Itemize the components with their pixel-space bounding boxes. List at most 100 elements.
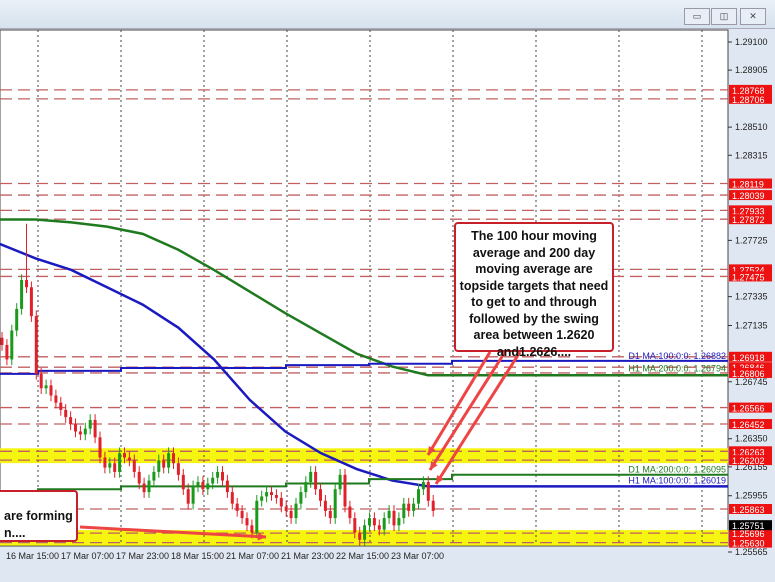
candle-body	[137, 471, 141, 484]
level-price-label: 1.26918	[732, 353, 765, 363]
candle-body	[387, 510, 391, 519]
candle-body	[279, 497, 283, 507]
x-tick-label: 21 Mar 23:00	[281, 551, 334, 561]
candle-body	[132, 460, 136, 472]
candle-body	[274, 495, 278, 498]
level-price-label: 1.27872	[732, 215, 765, 225]
candle-body	[44, 385, 48, 389]
candle-body	[392, 510, 396, 526]
candle-body	[314, 471, 318, 490]
candle-body	[172, 453, 175, 464]
candle-body	[348, 506, 352, 519]
candle-body	[108, 463, 112, 468]
candle-body	[372, 518, 376, 526]
x-tick-label: 18 Mar 15:00	[171, 551, 224, 561]
candle-body	[103, 457, 107, 468]
candle-body	[221, 471, 224, 481]
candle-body	[123, 453, 126, 458]
candle-body	[397, 518, 401, 526]
candle-body	[216, 471, 220, 478]
candle-body	[152, 471, 156, 481]
level-price-label: 1.28706	[732, 95, 765, 105]
candle-body	[39, 373, 43, 389]
candle-body	[309, 471, 313, 483]
candle-body	[255, 500, 259, 533]
candle-body	[181, 474, 185, 490]
candle-body	[147, 480, 151, 493]
x-tick-label: 17 Mar 23:00	[116, 551, 169, 561]
candle-body	[304, 482, 308, 493]
close-button[interactable]: ✕	[740, 8, 766, 25]
candle-body	[328, 510, 332, 519]
candle-body	[358, 532, 362, 540]
candle-body	[284, 506, 288, 511]
candle-body	[162, 460, 166, 468]
candle-body	[34, 316, 38, 374]
level-price-label: 1.27475	[732, 272, 765, 282]
candle-body	[78, 431, 82, 435]
candle-body	[431, 500, 435, 511]
candle-body	[59, 402, 63, 410]
candle-body	[225, 480, 229, 493]
candle-body	[338, 474, 342, 490]
candle-body	[417, 489, 420, 504]
candle-body	[382, 518, 386, 530]
level-price-label: 1.25630	[732, 539, 765, 549]
candle-body	[196, 482, 200, 487]
ma-label: H1 MA:100:0:0: 1.26019	[628, 475, 726, 485]
candle-body	[20, 280, 24, 309]
minimize-button[interactable]: ▭	[684, 8, 710, 25]
maximize-button[interactable]: ◫	[711, 8, 737, 25]
annotation-left-line1: are forming	[4, 509, 73, 523]
candle-body	[240, 510, 244, 519]
current-price-label: 1.25751	[732, 521, 765, 531]
candle-body	[353, 518, 357, 533]
candle-body	[412, 503, 416, 511]
candle-body	[235, 503, 239, 511]
y-tick-label: 1.28315	[735, 150, 768, 160]
candle-body	[265, 492, 269, 497]
annotation-main: The 100 hour moving average and 200 day …	[454, 222, 614, 359]
candle-body	[426, 482, 430, 501]
candle-body	[93, 419, 97, 438]
candle-body	[98, 437, 102, 458]
candle-body	[377, 525, 381, 530]
candle-body	[64, 409, 68, 418]
candle-body	[176, 463, 180, 475]
candle-body	[333, 489, 337, 519]
x-tick-label: 23 Mar 07:00	[391, 551, 444, 561]
y-tick-label: 1.27725	[735, 235, 768, 245]
level-price-label: 1.25863	[732, 505, 765, 515]
x-tick-label: 22 Mar 15:00	[336, 551, 389, 561]
candle-body	[421, 482, 425, 490]
candle-body	[186, 489, 190, 504]
price-chart[interactable]: D1 MA:100:0:0: 1.26882 H1 MA:200:0:0: 1.2…	[0, 29, 775, 582]
level-price-label: 1.26806	[732, 369, 765, 379]
ma-label: D1 MA:200:0:0: 1.26095	[628, 465, 726, 475]
candle-body	[270, 492, 273, 496]
candle-body	[113, 463, 117, 472]
title-bar: ▭ ◫ ✕	[0, 0, 775, 29]
y-tick-label: 1.27335	[735, 292, 768, 302]
candle-body	[191, 486, 195, 504]
candle-body	[407, 503, 411, 511]
y-tick-label: 1.28510	[735, 122, 768, 132]
candle-body	[54, 395, 58, 403]
candle-body	[230, 492, 234, 504]
candle-body	[25, 280, 28, 288]
level-price-label: 1.28119	[732, 180, 764, 190]
x-tick-label: 21 Mar 07:00	[226, 551, 279, 561]
candle-body	[343, 474, 347, 507]
y-tick-label: 1.28905	[735, 65, 768, 75]
candle-body	[118, 453, 122, 472]
y-tick-label: 1.26350	[735, 434, 768, 444]
candle-body	[260, 496, 264, 501]
level-price-label: 1.26202	[732, 456, 765, 466]
candle-body	[29, 287, 33, 317]
candle-body	[211, 477, 215, 484]
candle-body	[88, 419, 92, 429]
chart-window: ▭ ◫ ✕ D1 MA:100:0:0: 1.26882 H1 MA:200:0:…	[0, 0, 775, 582]
y-tick-label: 1.29100	[735, 37, 768, 47]
candle-body	[250, 525, 254, 533]
candle-body	[402, 503, 406, 519]
